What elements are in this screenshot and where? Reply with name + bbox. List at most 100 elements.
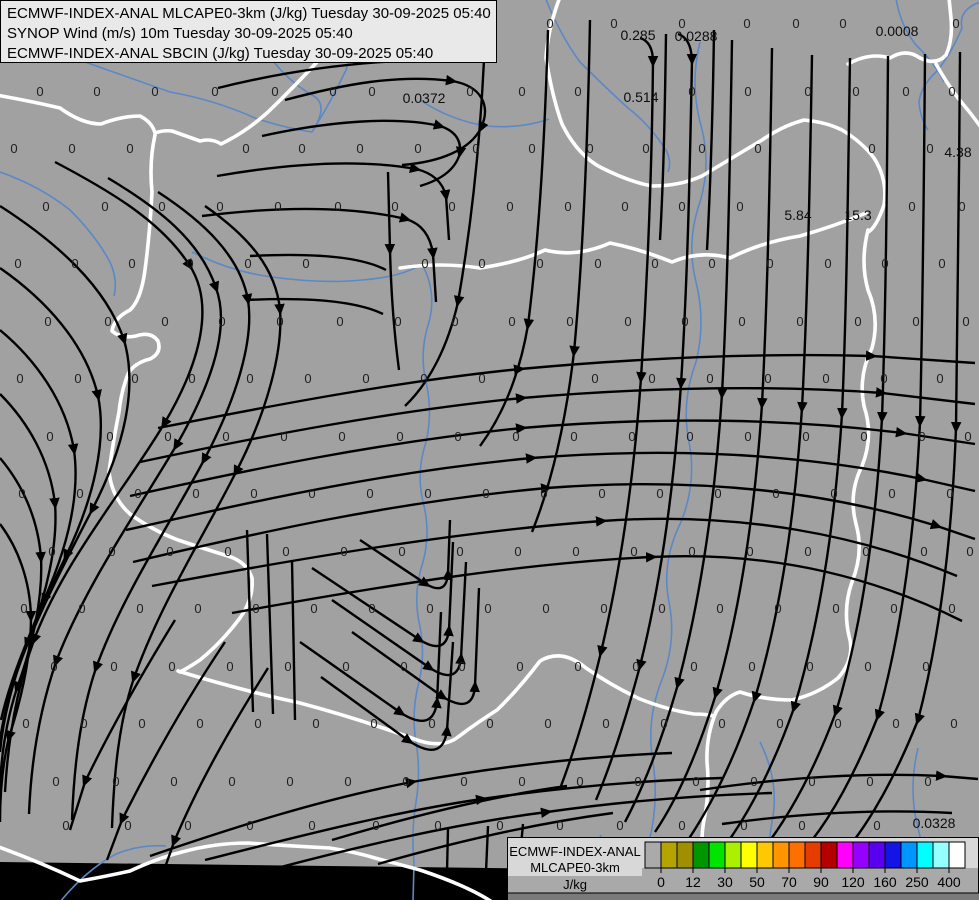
station-value: 0 xyxy=(544,716,551,731)
station-value: 0 xyxy=(754,141,761,156)
station-value: 0 xyxy=(128,256,135,271)
header-line-1: ECMWF-INDEX-ANAL MLCAPE0-3km (J/kg) Tues… xyxy=(7,5,491,22)
index-value-label: 15.3 xyxy=(844,207,871,223)
station-value: 0 xyxy=(556,818,563,833)
station-value: 0 xyxy=(706,371,713,386)
station-value: 0 xyxy=(808,774,815,789)
station-value: 0 xyxy=(216,199,223,214)
legend-swatch xyxy=(772,841,790,869)
station-value: 0 xyxy=(242,141,249,156)
station-value: 0 xyxy=(196,716,203,731)
station-value: 0 xyxy=(806,659,813,674)
station-value: 0 xyxy=(10,141,17,156)
station-value: 0 xyxy=(124,818,131,833)
station-value: 0 xyxy=(192,486,199,501)
station-value: 0 xyxy=(36,84,43,99)
station-value: 0 xyxy=(736,199,743,214)
station-value: 0 xyxy=(420,371,427,386)
station-value: 0 xyxy=(912,314,919,329)
header-line-2: SYNOP Wind (m/s) 10m Tuesday 30-09-2025 … xyxy=(7,25,353,42)
legend-swatch xyxy=(724,841,742,869)
station-value: 0 xyxy=(170,774,177,789)
station-value: 0 xyxy=(252,601,259,616)
station-value: 0 xyxy=(106,429,113,444)
station-value: 0 xyxy=(226,659,233,674)
station-value: 0 xyxy=(834,716,841,731)
station-value: 0 xyxy=(486,716,493,731)
station-value: 0 xyxy=(950,716,957,731)
station-value: 0 xyxy=(244,256,251,271)
station-value: 0 xyxy=(740,818,747,833)
station-value: 0 xyxy=(426,601,433,616)
station-value: 0 xyxy=(372,818,379,833)
station-value: 0 xyxy=(161,314,168,329)
header-line-3: ECMWF-INDEX-ANAL SBCIN (J/kg) Tuesday 30… xyxy=(7,45,433,62)
station-value: 0 xyxy=(336,314,343,329)
legend-title-line-1: ECMWF-INDEX-ANAL xyxy=(509,844,640,859)
station-value: 0 xyxy=(926,141,933,156)
station-value: 0 xyxy=(902,84,909,99)
legend-swatch xyxy=(692,841,710,869)
legend-swatch xyxy=(884,841,902,869)
station-value: 0 xyxy=(774,601,781,616)
station-value: 0 xyxy=(280,429,287,444)
station-value: 0 xyxy=(852,84,859,99)
station-value: 0 xyxy=(744,84,751,99)
station-value: 0 xyxy=(20,601,27,616)
station-value: 0 xyxy=(186,256,193,271)
station-value: 0 xyxy=(188,371,195,386)
station-value: 0 xyxy=(298,141,305,156)
station-value: 0 xyxy=(308,818,315,833)
station-value: 0 xyxy=(250,486,257,501)
station-value: 0 xyxy=(356,141,363,156)
station-value: 0 xyxy=(660,716,667,731)
station-value: 0 xyxy=(630,544,637,559)
station-value: 0 xyxy=(738,314,745,329)
station-value: 0 xyxy=(46,429,53,444)
station-value: 0 xyxy=(391,199,398,214)
station-value: 0 xyxy=(651,256,658,271)
station-value: 0 xyxy=(421,256,428,271)
station-value: 0 xyxy=(922,659,929,674)
station-value: 0 xyxy=(678,199,685,214)
legend-swatch xyxy=(948,841,966,869)
station-value: 0 xyxy=(600,601,607,616)
station-value: 0 xyxy=(76,486,83,501)
station-value: 0 xyxy=(546,16,553,31)
station-value: 0 xyxy=(873,818,880,833)
station-value: 0 xyxy=(566,314,573,329)
station-value: 0 xyxy=(366,486,373,501)
station-value: 0 xyxy=(924,774,931,789)
legend-tick-label: 12 xyxy=(685,874,701,890)
station-value: 0 xyxy=(692,774,699,789)
legend-swatch xyxy=(804,841,822,869)
station-value: 0 xyxy=(792,16,799,31)
station-value: 0 xyxy=(136,601,143,616)
station-value: 0 xyxy=(274,199,281,214)
station-value: 0 xyxy=(690,659,697,674)
station-value: 0 xyxy=(466,84,473,99)
station-value: 0 xyxy=(394,314,401,329)
station-value: 0 xyxy=(714,486,721,501)
index-value-label: 5.84 xyxy=(784,207,811,223)
legend-unit-label: J/kg xyxy=(563,877,587,892)
legend-bottom-strip xyxy=(508,893,979,900)
station-value: 0 xyxy=(574,84,581,99)
legend-swatch xyxy=(916,841,934,869)
station-value: 0 xyxy=(634,774,641,789)
station-value: 0 xyxy=(414,141,421,156)
station-value: 0 xyxy=(966,544,973,559)
station-value: 0 xyxy=(862,544,869,559)
station-value: 0 xyxy=(284,659,291,674)
station-value: 0 xyxy=(362,371,369,386)
station-value: 0 xyxy=(586,141,593,156)
station-value: 0 xyxy=(344,774,351,789)
station-value: 0 xyxy=(804,84,811,99)
index-value-label: 0.0328 xyxy=(913,815,956,831)
station-value: 0 xyxy=(428,716,435,731)
station-value: 0 xyxy=(329,84,336,99)
station-value: 0 xyxy=(570,429,577,444)
station-value: 0 xyxy=(368,84,375,99)
station-value: 0 xyxy=(164,429,171,444)
station-value: 0 xyxy=(482,486,489,501)
